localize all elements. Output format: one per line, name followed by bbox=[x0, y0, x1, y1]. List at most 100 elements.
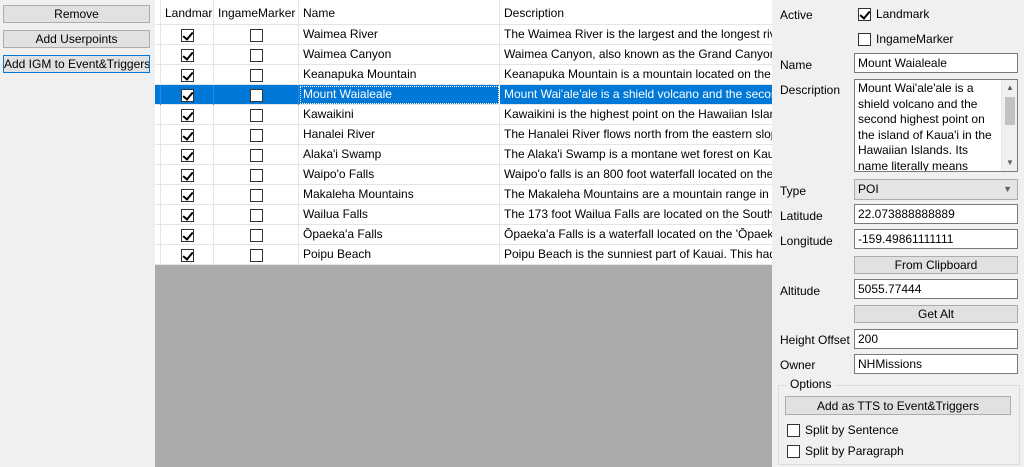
ingamemarker-checkbox[interactable] bbox=[249, 228, 263, 242]
description-cell[interactable]: The Alaka'i Swamp is a montane wet fores… bbox=[500, 145, 772, 165]
landmark-checkbox[interactable] bbox=[180, 188, 194, 202]
split-by-sentence-checkbox[interactable]: Split by Sentence bbox=[787, 423, 898, 437]
add-igm-to-event-triggers-button[interactable]: Add IGM to Event&Triggers bbox=[3, 55, 150, 73]
name-cell[interactable]: Makaleha Mountains bbox=[299, 185, 500, 205]
ingamemarker-checkbox[interactable] bbox=[249, 128, 263, 142]
type-select[interactable]: POI ▼ bbox=[854, 179, 1018, 200]
description-scrollbar[interactable]: ▲ ▼ bbox=[1001, 80, 1017, 171]
landmark-cell[interactable] bbox=[161, 125, 214, 145]
ingamemarker-cell[interactable] bbox=[214, 105, 299, 125]
ingamemarker-checkbox[interactable] bbox=[249, 248, 263, 262]
name-cell[interactable]: Waimea Canyon bbox=[299, 45, 500, 65]
landmark-cell[interactable] bbox=[161, 205, 214, 225]
landmark-check[interactable] bbox=[858, 7, 871, 21]
get-alt-button[interactable]: Get Alt bbox=[854, 305, 1018, 323]
name-cell[interactable]: Poipu Beach bbox=[299, 245, 500, 265]
landmark-checkbox[interactable]: Landmark bbox=[858, 7, 929, 21]
table-row[interactable]: Waipo'o Falls Waipo'o falls is an 800 foo… bbox=[155, 165, 772, 185]
description-cell[interactable]: Waimea Canyon, also known as the Grand C… bbox=[500, 45, 772, 65]
ingamemarker-cell[interactable] bbox=[214, 185, 299, 205]
landmark-checkbox[interactable] bbox=[180, 248, 194, 262]
latitude-field[interactable]: 22.073888888889 bbox=[854, 204, 1018, 224]
table-row[interactable]: Makaleha Mountains The Makaleha Mountains… bbox=[155, 185, 772, 205]
table-row[interactable]: Kawaikini Kawaikini is the highest point … bbox=[155, 105, 772, 125]
ingamemarker-check[interactable] bbox=[858, 32, 871, 46]
landmark-cell[interactable] bbox=[161, 225, 214, 245]
landmark-checkbox[interactable] bbox=[180, 48, 194, 62]
scroll-down-icon[interactable]: ▼ bbox=[1002, 155, 1017, 171]
column-header-description[interactable]: Description bbox=[500, 0, 772, 25]
split-by-paragraph-checkbox[interactable]: Split by Paragraph bbox=[787, 444, 904, 458]
split-by-paragraph-check[interactable] bbox=[787, 444, 800, 458]
name-cell[interactable]: Keanapuka Mountain bbox=[299, 65, 500, 85]
ingamemarker-cell[interactable] bbox=[214, 65, 299, 85]
landmark-cell[interactable] bbox=[161, 45, 214, 65]
table-row[interactable]: Wailua Falls The 173 foot Wailua Falls ar… bbox=[155, 205, 772, 225]
owner-field[interactable]: NHMissions bbox=[854, 354, 1018, 374]
landmark-cell[interactable] bbox=[161, 85, 214, 105]
table-row[interactable]: Waimea Canyon Waimea Canyon, also known a… bbox=[155, 45, 772, 65]
add-as-tts-button[interactable]: Add as TTS to Event&Triggers bbox=[785, 396, 1011, 415]
table-row[interactable]: Alaka'i Swamp The Alaka'i Swamp is a mont… bbox=[155, 145, 772, 165]
table-row[interactable]: Waimea River The Waimea River is the larg… bbox=[155, 25, 772, 45]
column-header-landmark[interactable]: Landmark bbox=[161, 0, 214, 25]
description-field[interactable]: Mount Wai'ale'ale is a shield volcano an… bbox=[854, 79, 1018, 172]
ingamemarker-checkbox[interactable] bbox=[249, 48, 263, 62]
landmark-cell[interactable] bbox=[161, 65, 214, 85]
ingamemarker-checkbox[interactable] bbox=[249, 148, 263, 162]
table-row[interactable]: Keanapuka Mountain Keanapuka Mountain is … bbox=[155, 65, 772, 85]
description-cell[interactable]: The Waimea River is the largest and the … bbox=[500, 25, 772, 45]
ingamemarker-cell[interactable] bbox=[214, 25, 299, 45]
table-row[interactable]: Mount Waialeale Mount Wai'ale'ale is a sh… bbox=[155, 85, 772, 105]
ingamemarker-checkbox[interactable] bbox=[249, 68, 263, 82]
landmark-checkbox[interactable] bbox=[180, 88, 194, 102]
split-by-sentence-check[interactable] bbox=[787, 423, 800, 437]
ingamemarker-cell[interactable] bbox=[214, 45, 299, 65]
landmark-cell[interactable] bbox=[161, 245, 214, 265]
ingamemarker-checkbox[interactable] bbox=[249, 28, 263, 42]
ingamemarker-cell[interactable] bbox=[214, 85, 299, 105]
landmark-checkbox[interactable] bbox=[180, 128, 194, 142]
table-row[interactable]: Hanalei River The Hanalei River flows nor… bbox=[155, 125, 772, 145]
name-cell[interactable]: Ōpaeka'a Falls bbox=[299, 225, 500, 245]
description-cell[interactable]: Kawaikini is the highest point on the Ha… bbox=[500, 105, 772, 125]
landmark-checkbox[interactable] bbox=[180, 108, 194, 122]
description-cell[interactable]: The Hanalei River flows north from the e… bbox=[500, 125, 772, 145]
ingamemarker-cell[interactable] bbox=[214, 245, 299, 265]
remove-button[interactable]: Remove bbox=[3, 5, 150, 23]
name-cell[interactable]: Alaka'i Swamp bbox=[299, 145, 500, 165]
ingamemarker-cell[interactable] bbox=[214, 165, 299, 185]
ingamemarker-cell[interactable] bbox=[214, 125, 299, 145]
landmark-checkbox[interactable] bbox=[180, 208, 194, 222]
from-clipboard-button[interactable]: From Clipboard bbox=[854, 256, 1018, 274]
ingamemarker-checkbox[interactable]: IngameMarker bbox=[858, 32, 953, 46]
name-cell[interactable]: Mount Waialeale bbox=[299, 85, 500, 105]
landmark-cell[interactable] bbox=[161, 25, 214, 45]
points-grid[interactable]: Landmark IngameMarker Name Description W… bbox=[155, 0, 772, 467]
ingamemarker-cell[interactable] bbox=[214, 205, 299, 225]
column-header-ingamemarker[interactable]: IngameMarker bbox=[214, 0, 299, 25]
longitude-field[interactable]: -159.49861111111 bbox=[854, 229, 1018, 249]
ingamemarker-checkbox[interactable] bbox=[249, 88, 263, 102]
landmark-checkbox[interactable] bbox=[180, 228, 194, 242]
column-header-name[interactable]: Name bbox=[299, 0, 500, 25]
landmark-checkbox[interactable] bbox=[180, 148, 194, 162]
name-cell[interactable]: Waipo'o Falls bbox=[299, 165, 500, 185]
ingamemarker-cell[interactable] bbox=[214, 225, 299, 245]
height-offset-field[interactable]: 200 bbox=[854, 329, 1018, 349]
ingamemarker-checkbox[interactable] bbox=[249, 188, 263, 202]
ingamemarker-cell[interactable] bbox=[214, 145, 299, 165]
landmark-cell[interactable] bbox=[161, 165, 214, 185]
description-cell[interactable]: The 173 foot Wailua Falls are located on… bbox=[500, 205, 772, 225]
landmark-checkbox[interactable] bbox=[180, 28, 194, 42]
landmark-checkbox[interactable] bbox=[180, 168, 194, 182]
name-cell[interactable]: Wailua Falls bbox=[299, 205, 500, 225]
name-field[interactable]: Mount Waialeale bbox=[854, 53, 1018, 73]
landmark-cell[interactable] bbox=[161, 145, 214, 165]
ingamemarker-checkbox[interactable] bbox=[249, 168, 263, 182]
description-cell[interactable]: Keanapuka Mountain is a mountain located… bbox=[500, 65, 772, 85]
description-cell[interactable]: The Makaleha Mountains are a mountain ra… bbox=[500, 185, 772, 205]
landmark-checkbox[interactable] bbox=[180, 68, 194, 82]
name-cell[interactable]: Kawaikini bbox=[299, 105, 500, 125]
ingamemarker-checkbox[interactable] bbox=[249, 208, 263, 222]
